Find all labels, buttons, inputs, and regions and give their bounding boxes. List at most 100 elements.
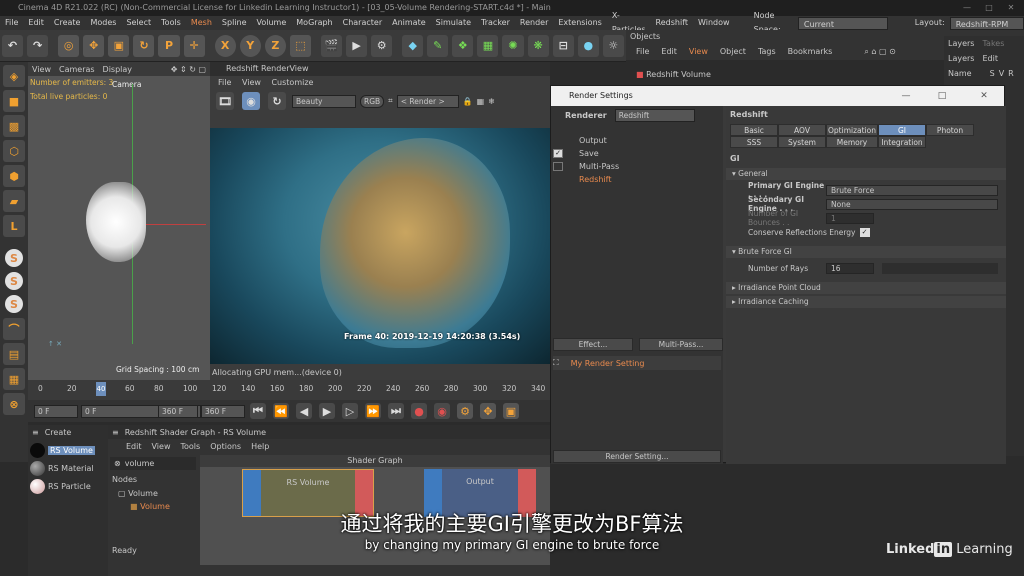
obj-menu-tags[interactable]: Tags [752,44,782,60]
preview-range-end[interactable]: 360 F [158,404,198,418]
rs-minimize-icon[interactable]: — [892,86,920,106]
undo-icon[interactable]: ↶ [2,34,24,57]
x-axis-toggle[interactable]: X [214,34,236,57]
sg-menu-help[interactable]: Help [251,442,269,451]
material-rs-volume[interactable]: RS Volume [28,441,108,459]
record-icon[interactable]: ● [411,403,427,419]
next-frame-icon[interactable]: ▷ [342,403,358,419]
rs-close-icon[interactable]: ✕ [970,86,998,106]
render-setting-button[interactable]: Render Setting... [553,450,721,463]
crop-icon[interactable]: ⌗ [388,96,393,106]
refresh-icon[interactable]: ↻ [268,92,286,110]
add-object-icon[interactable]: ✛ [183,34,205,57]
redo-icon[interactable]: ↷ [27,34,49,57]
polygons-mode-icon[interactable]: ▰ [3,190,25,212]
tab-aov[interactable]: AOV [778,124,826,136]
obj-menu-edit[interactable]: Edit [655,44,683,60]
sg-menu-tools[interactable]: Tools [180,442,200,451]
layers-menu-edit[interactable]: Edit [978,54,1002,63]
camera-icon[interactable]: ● [577,34,599,57]
node-tree-volume[interactable]: ▢ Volume [118,489,158,498]
menu-tools[interactable]: Tools [156,16,186,30]
menu-window[interactable]: Window [693,16,735,30]
rotate-icon[interactable]: ↻ [133,34,155,57]
render-view-icon[interactable]: ▶ [346,34,368,57]
prev-key-icon[interactable]: ⏪ [273,403,289,419]
menu-simulate[interactable]: Simulate [431,16,476,30]
snap-settings-icon[interactable]: S [5,272,23,290]
tab-sss[interactable]: SSS [730,136,778,148]
z-axis-toggle[interactable]: Z [264,34,286,57]
live-selection-icon[interactable]: ◎ [58,34,80,57]
irradiance-caching-section[interactable]: ▸ Irradiance Caching [726,296,1006,308]
hamburger-icon[interactable]: ≡ [112,428,119,437]
obj-menu-view[interactable]: View [683,44,714,60]
viewport-nav-icon[interactable]: ✥ ⇕ ↻ ▢ [167,65,210,74]
y-axis-toggle[interactable]: Y [239,34,261,57]
obj-menu-file[interactable]: File [630,44,655,60]
tab-layers[interactable]: Layers [944,39,978,48]
menu-tracker[interactable]: Tracker [476,16,515,30]
tab-photon[interactable]: Photon [926,124,974,136]
node-space-dropdown[interactable]: Current (Standard/Physical) [797,16,888,43]
ipr-icon[interactable]: ◉ [242,92,260,110]
menu-volume[interactable]: Volume [252,16,292,30]
snowflake-icon[interactable]: ❄ [488,97,495,106]
minimize-icon[interactable]: — [956,0,978,16]
tab-optimization[interactable]: Optimization [826,124,878,136]
render-target-dropdown[interactable]: < Render > [396,94,459,108]
rv-menu-view[interactable]: View [238,78,265,87]
menu-spline[interactable]: Spline [217,16,252,30]
viewport-panel[interactable]: View Cameras Display ✥ ⇕ ↻ ▢ Number of e… [28,62,210,380]
rgb-toggle[interactable]: RGB [360,94,385,108]
menu-select[interactable]: Select [121,16,156,30]
maximize-icon[interactable]: □ [978,0,1000,16]
cube-icon[interactable]: ◆ [402,34,424,57]
menu-animate[interactable]: Animate [387,16,431,30]
prev-frame-icon[interactable]: ◀ [296,403,312,419]
tree-output[interactable]: Output [551,134,723,147]
menu-extensions[interactable]: Extensions [553,16,606,30]
axis-mode-icon[interactable]: L [3,215,25,237]
aov-dropdown[interactable]: Beauty [292,94,356,108]
tree-redshift[interactable]: Redshift [551,173,723,186]
pen-icon[interactable]: ✎ [427,34,449,57]
menu-file[interactable]: File [0,16,23,30]
close-icon[interactable]: ✕ [1000,0,1022,16]
multipass-button[interactable]: Multi-Pass... [639,338,723,351]
deformer-icon[interactable]: ✺ [502,34,524,57]
viewport-menu-cameras[interactable]: Cameras [55,65,99,74]
rs-maximize-icon[interactable]: □ [928,86,956,106]
floor-icon[interactable]: ⊟ [552,34,574,57]
conserve-checkbox[interactable]: ✓ [859,227,870,237]
rv-menu-file[interactable]: File [214,78,235,87]
primary-gi-dropdown[interactable]: Brute Force [826,184,998,196]
menu-render[interactable]: Render [515,16,553,30]
rv-menu-customize[interactable]: Customize [267,78,317,87]
object-row[interactable]: ■ Redshift Volume [636,68,936,82]
effect-button[interactable]: Effect... [553,338,633,351]
tree-save[interactable]: ✓ Save [551,147,723,160]
material-rs-material[interactable]: RS Material [28,459,108,477]
autokey-icon[interactable]: ◉ [434,403,450,419]
tab-system[interactable]: System [778,136,826,148]
bounces-input[interactable]: 1 [826,212,874,224]
make-editable-icon[interactable]: ◈ [3,65,25,87]
model-mode-icon[interactable]: ■ [3,90,25,112]
menu-mograph[interactable]: MoGraph [291,16,337,30]
tab-integration[interactable]: Integration [878,136,926,148]
subdivision-icon[interactable]: ❖ [452,34,474,57]
multipass-checkbox[interactable] [553,162,563,171]
render-setting-item[interactable]: ⛶ My Render Setting [553,356,721,370]
magnet-icon[interactable]: ⌒ [3,318,25,340]
film-icon[interactable]: 🎞 [216,92,234,110]
obj-menu-object[interactable]: Object [714,44,752,60]
render-settings-icon[interactable]: ⚙ [371,34,393,57]
tree-multipass[interactable]: Multi-Pass [551,160,723,173]
obj-menu-bookmarks[interactable]: Bookmarks [782,44,839,60]
snap-icon[interactable]: S [5,249,23,267]
start-frame-field[interactable]: 0 F [34,404,78,418]
sg-menu-edit[interactable]: Edit [126,442,142,451]
volume-builder-icon[interactable]: ❋ [527,34,549,57]
layout-dropdown[interactable]: Redshift-RPM (User) [949,16,1024,43]
